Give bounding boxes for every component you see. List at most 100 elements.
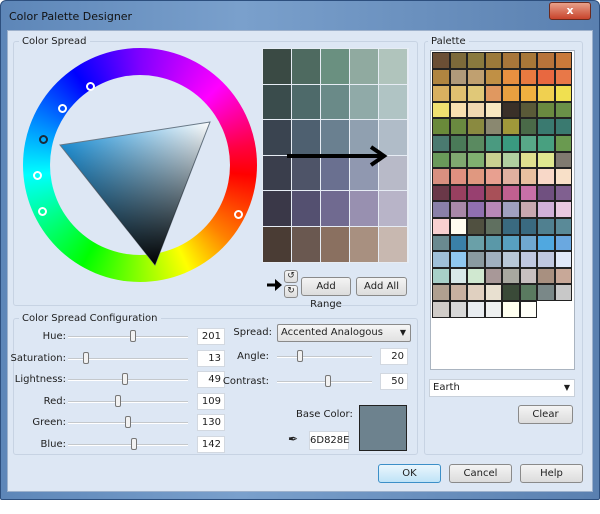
- slider-track[interactable]: [68, 400, 188, 403]
- palette-color-cell[interactable]: [537, 251, 555, 268]
- palette-color-cell[interactable]: [432, 301, 450, 318]
- palette-color-cell[interactable]: [432, 135, 450, 152]
- palette-color-cell[interactable]: [554, 85, 572, 102]
- palette-color-cell[interactable]: [432, 267, 450, 285]
- palette-color-cell[interactable]: [519, 251, 537, 268]
- angle-slider-track[interactable]: [277, 356, 372, 358]
- palette-color-cell[interactable]: [484, 284, 502, 301]
- palette-color-cell[interactable]: [537, 68, 555, 86]
- palette-color-cell[interactable]: [502, 68, 520, 86]
- palette-color-cell[interactable]: [449, 85, 467, 102]
- palette-color-cell[interactable]: [449, 218, 467, 235]
- palette-color-cell[interactable]: [432, 251, 450, 268]
- palette-color-cell[interactable]: [484, 151, 502, 169]
- base-hue-marker[interactable]: [39, 135, 48, 144]
- palette-color-cell[interactable]: [502, 218, 520, 235]
- contrast-input[interactable]: 50: [380, 373, 408, 390]
- palette-color-cell[interactable]: [432, 234, 450, 252]
- palette-color-cell[interactable]: [449, 234, 467, 252]
- palette-color-cell[interactable]: [554, 151, 572, 169]
- palette-color-cell[interactable]: [519, 85, 537, 102]
- palette-color-cell[interactable]: [449, 284, 467, 301]
- palette-color-cell[interactable]: [449, 68, 467, 86]
- palette-color-cell[interactable]: [554, 251, 572, 268]
- angle-slider-thumb[interactable]: [296, 350, 303, 362]
- hue-marker[interactable]: [33, 171, 42, 180]
- eyedropper-icon[interactable]: ✒: [288, 432, 298, 446]
- spread-color-cell[interactable]: [263, 84, 291, 120]
- palette-color-cell[interactable]: [484, 52, 502, 69]
- palette-color-cell[interactable]: [537, 201, 555, 218]
- slider-thumb[interactable]: [82, 351, 89, 364]
- palette-color-cell[interactable]: [467, 234, 485, 252]
- palette-color-cell[interactable]: [502, 284, 520, 301]
- spread-color-cell[interactable]: [350, 84, 378, 120]
- palette-color-cell[interactable]: [432, 284, 450, 301]
- palette-color-cell[interactable]: [502, 251, 520, 268]
- palette-color-cell[interactable]: [432, 218, 450, 235]
- palette-color-cell[interactable]: [537, 284, 555, 301]
- contrast-slider-thumb[interactable]: [324, 375, 331, 387]
- slider-thumb[interactable]: [114, 394, 121, 407]
- slider-thumb[interactable]: [130, 437, 137, 450]
- spread-color-cell[interactable]: [350, 191, 378, 226]
- palette-color-cell[interactable]: [432, 85, 450, 102]
- palette-color-cell[interactable]: [519, 201, 537, 218]
- palette-color-cell[interactable]: [519, 101, 537, 119]
- spread-color-cell[interactable]: [379, 227, 407, 262]
- palette-color-cell[interactable]: [449, 168, 467, 185]
- palette-color-cell[interactable]: [432, 184, 450, 202]
- palette-color-cell[interactable]: [519, 184, 537, 202]
- palette-color-cell[interactable]: [449, 301, 467, 318]
- palette-color-cell[interactable]: [467, 184, 485, 202]
- palette-color-cell[interactable]: [537, 151, 555, 169]
- palette-color-cell[interactable]: [537, 118, 555, 135]
- slider-value-input[interactable]: 142: [197, 435, 225, 453]
- palette-color-cell[interactable]: [554, 267, 572, 285]
- hue-marker[interactable]: [86, 82, 95, 91]
- ok-button[interactable]: OK: [378, 464, 441, 483]
- spread-color-cell[interactable]: [263, 49, 291, 84]
- palette-color-cell[interactable]: [554, 234, 572, 252]
- palette-color-cell[interactable]: [467, 301, 485, 318]
- palette-color-cell[interactable]: [554, 118, 572, 135]
- palette-color-cell[interactable]: [432, 101, 450, 119]
- palette-color-cell[interactable]: [554, 52, 572, 69]
- palette-color-cell[interactable]: [484, 218, 502, 235]
- palette-color-cell[interactable]: [554, 218, 572, 235]
- palette-color-cell[interactable]: [554, 284, 572, 301]
- palette-color-cell[interactable]: [484, 101, 502, 119]
- palette-color-cell[interactable]: [502, 201, 520, 218]
- palette-color-cell[interactable]: [554, 68, 572, 86]
- cancel-button[interactable]: Cancel: [449, 464, 512, 483]
- palette-color-cell[interactable]: [484, 301, 502, 318]
- palette-color-cell[interactable]: [537, 184, 555, 202]
- palette-color-cell[interactable]: [432, 151, 450, 169]
- palette-color-cell[interactable]: [484, 85, 502, 102]
- spread-color-cell[interactable]: [350, 49, 378, 84]
- palette-color-cell[interactable]: [467, 52, 485, 69]
- palette-color-cell[interactable]: [519, 68, 537, 86]
- palette-color-cell[interactable]: [519, 218, 537, 235]
- palette-color-cell[interactable]: [519, 284, 537, 301]
- palette-color-cell[interactable]: [554, 184, 572, 202]
- palette-color-cell[interactable]: [554, 201, 572, 218]
- palette-color-cell[interactable]: [537, 101, 555, 119]
- slider-track[interactable]: [68, 379, 188, 381]
- spread-color-cell[interactable]: [263, 227, 291, 262]
- palette-color-cell[interactable]: [519, 267, 537, 285]
- slider-value-input[interactable]: 201: [197, 328, 225, 345]
- spread-color-cell[interactable]: [379, 191, 407, 226]
- palette-color-cell[interactable]: [467, 85, 485, 102]
- add-all-button[interactable]: Add All: [356, 277, 407, 296]
- slider-value-input[interactable]: 130: [197, 414, 225, 431]
- palette-color-cell[interactable]: [519, 234, 537, 252]
- palette-color-cell[interactable]: [502, 184, 520, 202]
- angle-input[interactable]: 20: [380, 348, 408, 365]
- palette-color-cell[interactable]: [537, 168, 555, 185]
- palette-color-cell[interactable]: [484, 234, 502, 252]
- palette-color-cell[interactable]: [467, 68, 485, 86]
- palette-color-cell[interactable]: [502, 301, 520, 318]
- palette-color-cell[interactable]: [467, 201, 485, 218]
- palette-color-cell[interactable]: [467, 284, 485, 301]
